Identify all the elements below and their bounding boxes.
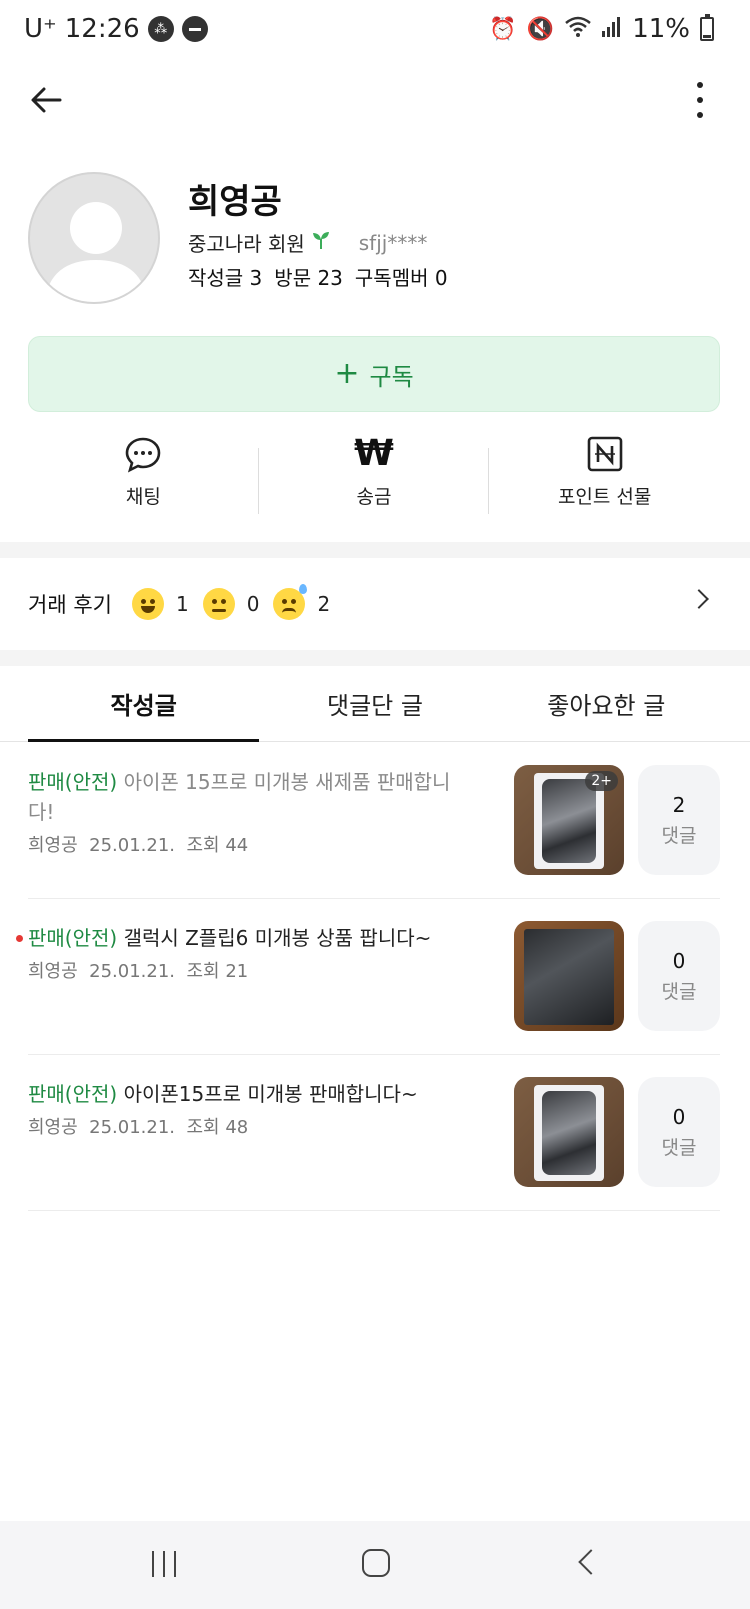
home-icon[interactable]: [362, 1549, 390, 1577]
post-category: 판매(안전): [28, 1082, 118, 1106]
chevron-right-icon[interactable]: [689, 589, 709, 609]
post-thumbnail[interactable]: 2+: [514, 765, 624, 875]
point-gift-label: 포인트 선물: [557, 486, 652, 508]
tab-commented[interactable]: 댓글단 글: [259, 666, 490, 741]
review-neutral-count: 0: [246, 592, 260, 616]
list-item[interactable]: 판매(안전) 갤럭시 Z플립6 미개봉 상품 팝니다~ 희영공 25.01.21…: [16, 899, 720, 1055]
system-nav-bar: [0, 1521, 750, 1609]
time-label: 12:26: [64, 14, 140, 44]
post-meta: 희영공 25.01.21. 조회 48: [28, 1113, 468, 1139]
comment-label: 댓글: [661, 980, 697, 1003]
default-avatar-icon: [44, 202, 148, 302]
subscribe-button[interactable]: + 구독: [28, 336, 720, 412]
comment-count: 0: [672, 1104, 686, 1129]
post-title-text: 갤럭시 Z플립6 미개봉 상품 팝니다~: [123, 926, 432, 950]
top-app-bar: [0, 66, 750, 132]
post-author: 희영공: [28, 1117, 78, 1138]
subscribe-label: 구독: [369, 362, 414, 391]
chat-label: 채팅: [125, 486, 161, 508]
post-date: 25.01.21.: [89, 961, 176, 982]
do-not-disturb-icon: [181, 16, 208, 42]
list-item[interactable]: 판매(안전) 아이폰 15프로 미개봉 새제품 판매합니다! 희영공 25.01…: [28, 743, 720, 899]
app-notification-icon: ⁂: [147, 16, 174, 42]
post-views: 조회 21: [186, 961, 249, 982]
comment-label: 댓글: [661, 1136, 697, 1159]
tab-bar: 작성글 댓글단 글 좋아요한 글: [0, 666, 750, 742]
post-meta: 희영공 25.01.21. 조회 21: [28, 957, 468, 983]
reviews-title: 거래 후기: [28, 593, 112, 617]
alarm-icon: ⏰: [489, 16, 517, 42]
membership-label: 중고나라 회원: [188, 232, 305, 256]
battery-percent: 11%: [632, 14, 690, 44]
post-title[interactable]: 판매(안전) 갤럭시 Z플립6 미개봉 상품 팝니다~: [28, 923, 468, 953]
send-money-label: 송금: [356, 486, 392, 508]
happy-face-icon: [131, 588, 164, 620]
post-date: 25.01.21.: [89, 1117, 176, 1138]
profile-stats: 작성글 3 방문 23 구독멤버 0: [188, 262, 448, 291]
point-gift-button[interactable]: 포인트 선물: [489, 434, 720, 520]
system-back-icon[interactable]: [578, 1549, 604, 1575]
carrier-label: U⁺: [24, 14, 57, 44]
comment-count: 2: [672, 792, 686, 817]
user-id: sfjj****: [358, 230, 428, 255]
section-divider: [0, 542, 750, 558]
avatar: [28, 172, 160, 304]
post-views: 조회 44: [186, 835, 249, 856]
profile-name: 희영공: [188, 182, 282, 222]
chat-bubble-icon: [123, 434, 163, 474]
list-item[interactable]: 판매(안전) 아이폰15프로 미개봉 판매합니다~ 희영공 25.01.21. …: [28, 1055, 720, 1211]
post-category: 판매(안전): [28, 926, 118, 950]
post-thumbnail[interactable]: [514, 1077, 624, 1187]
plus-icon: +: [334, 356, 360, 391]
membership-row: 중고나라 회원 sfjj****: [188, 228, 427, 257]
back-arrow-icon[interactable]: [26, 80, 66, 120]
post-meta: 희영공 25.01.21. 조회 44: [28, 831, 468, 857]
trade-reviews-row[interactable]: 거래 후기 1 0 2: [0, 558, 750, 650]
naver-point-icon: [585, 434, 625, 474]
sprout-icon: [311, 230, 331, 255]
tab-liked[interactable]: 좋아요한 글: [491, 666, 722, 741]
mute-icon: 🔇: [526, 16, 555, 42]
won-icon: ₩: [354, 433, 394, 474]
review-positive: 1: [131, 588, 189, 620]
image-count-badge: 2+: [585, 771, 618, 791]
stat-visits: 방문 23: [274, 266, 343, 290]
post-author: 희영공: [28, 835, 78, 856]
recent-apps-icon[interactable]: [152, 1551, 176, 1577]
battery-icon: [700, 14, 714, 41]
post-author: 희영공: [28, 961, 78, 982]
section-divider: [0, 650, 750, 666]
post-title[interactable]: 판매(안전) 아이폰 15프로 미개봉 새제품 판매합니다!: [28, 767, 468, 827]
wifi-icon: [564, 15, 592, 43]
post-title-text: 아이폰15프로 미개봉 판매합니다~: [123, 1082, 418, 1106]
post-title[interactable]: 판매(안전) 아이폰15프로 미개봉 판매합니다~: [28, 1079, 468, 1109]
sad-face-icon: [273, 584, 308, 620]
stat-subscribers: 구독멤버 0: [354, 266, 448, 290]
stat-posts: 작성글 3: [188, 266, 263, 290]
post-category: 판매(안전): [28, 770, 118, 794]
comment-count-box[interactable]: 0 댓글: [638, 921, 720, 1031]
new-post-dot: [16, 935, 23, 942]
comment-label: 댓글: [661, 824, 697, 847]
status-bar: U⁺ 12:26 ⁂ ⏰ 🔇 11%: [0, 0, 750, 66]
neutral-face-icon: [202, 588, 235, 620]
review-negative-count: 2: [317, 592, 331, 616]
send-money-button[interactable]: ₩ 송금: [259, 434, 490, 520]
post-thumbnail[interactable]: [514, 921, 624, 1031]
tab-posts[interactable]: 작성글: [28, 666, 260, 742]
post-list: 판매(안전) 아이폰 15프로 미개봉 새제품 판매합니다! 희영공 25.01…: [16, 743, 720, 1211]
signal-icon: [602, 15, 622, 43]
review-neutral: 0: [202, 588, 260, 620]
more-options-icon[interactable]: [690, 78, 710, 122]
review-positive-count: 1: [175, 592, 189, 616]
comment-count: 0: [672, 948, 686, 973]
comment-count-box[interactable]: 0 댓글: [638, 1077, 720, 1187]
action-row: 채팅 ₩ 송금 포인트 선물: [28, 434, 720, 520]
review-negative: 2: [273, 584, 331, 620]
post-views: 조회 48: [186, 1117, 249, 1138]
post-date: 25.01.21.: [89, 835, 176, 856]
comment-count-box[interactable]: 2 댓글: [638, 765, 720, 875]
chat-button[interactable]: 채팅: [28, 434, 259, 520]
